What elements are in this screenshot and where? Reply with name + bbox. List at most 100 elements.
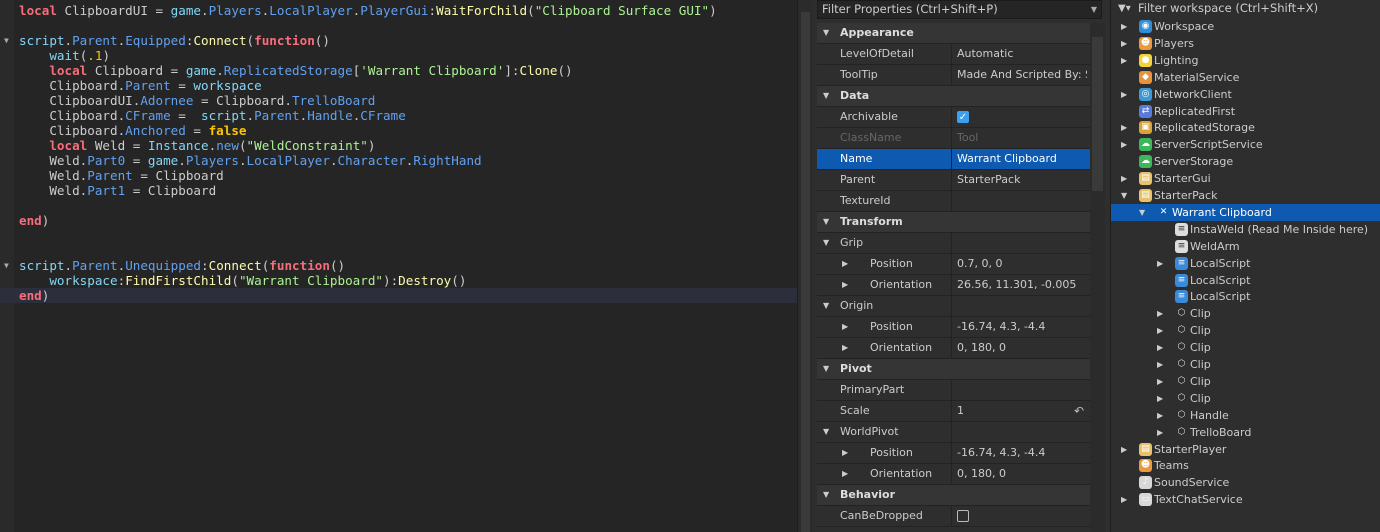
- explorer-item[interactable]: ≡ LocalScript: [1111, 272, 1380, 289]
- explorer-item[interactable]: ☻ Teams: [1111, 457, 1380, 474]
- code-line[interactable]: end): [0, 288, 797, 303]
- explorer-item[interactable]: ▶ ⬡ Clip: [1111, 390, 1380, 407]
- property-row[interactable]: ▶ Orientation 0, 180, 0: [817, 338, 1090, 359]
- collapsed-arrow-icon[interactable]: ▶: [1157, 339, 1163, 356]
- property-row[interactable]: ▶ Position -16.74, 4.3, -4.4: [817, 317, 1090, 338]
- property-value[interactable]: -16.74, 4.3, -4.4: [957, 443, 1087, 463]
- explorer-item[interactable]: ▶ ◉ Workspace: [1111, 18, 1380, 35]
- collapsed-arrow-icon[interactable]: ▶: [1121, 170, 1127, 187]
- code-line[interactable]: end): [0, 213, 797, 228]
- explorer-item[interactable]: ⇄ ReplicatedFirst: [1111, 103, 1380, 120]
- explorer-filter-input[interactable]: ▼▾ Filter workspace (Ctrl+Shift+X): [1111, 0, 1380, 18]
- explorer-item[interactable]: ▶ ☁ ServerScriptService: [1111, 136, 1380, 153]
- property-category[interactable]: ▼ Data: [817, 86, 1090, 107]
- code-line[interactable]: Weld.Part0 = game.Players.LocalPlayer.Ch…: [0, 153, 797, 168]
- collapsed-arrow-icon[interactable]: ▶: [1121, 35, 1127, 52]
- scrollbar-thumb[interactable]: [801, 12, 810, 532]
- collapsed-arrow-icon[interactable]: ▶: [1157, 373, 1163, 390]
- code-line[interactable]: local Clipboard = game.ReplicatedStorage…: [0, 63, 797, 78]
- fold-arrow-icon[interactable]: ▼: [4, 258, 9, 273]
- code-line[interactable]: [0, 243, 797, 258]
- property-row[interactable]: PrimaryPart: [817, 380, 1090, 401]
- code-line[interactable]: ClipboardUI.Adornee = Clipboard.TrelloBo…: [0, 93, 797, 108]
- property-row[interactable]: Archivable ✓: [817, 107, 1090, 128]
- explorer-item[interactable]: ▶ ▣ ReplicatedStorage: [1111, 119, 1380, 136]
- property-value[interactable]: 26.56, 11.301, -0.005: [957, 275, 1087, 295]
- property-value[interactable]: 0.7, 0, 0: [957, 254, 1087, 274]
- code-line[interactable]: wait(.1): [0, 48, 797, 63]
- property-row[interactable]: Name Warrant Clipboard: [817, 149, 1090, 170]
- explorer-item[interactable]: ▶ ⬡ TrelloBoard: [1111, 424, 1380, 441]
- property-value[interactable]: Warrant Clipboard: [957, 149, 1087, 169]
- collapsed-arrow-icon[interactable]: ▶: [1157, 322, 1163, 339]
- explorer-item[interactable]: ▶ ● Lighting: [1111, 52, 1380, 69]
- property-row[interactable]: ▼ WorldPivot: [817, 422, 1090, 443]
- property-value[interactable]: Automatic: [957, 44, 1087, 64]
- explorer-item[interactable]: ▶ ◎ NetworkClient: [1111, 86, 1380, 103]
- explorer-item[interactable]: ▶ ▤ StarterPlayer: [1111, 441, 1380, 458]
- property-category[interactable]: ▼ Pivot: [817, 359, 1090, 380]
- explorer-item[interactable]: ▶ ⬡ Clip: [1111, 356, 1380, 373]
- code-line[interactable]: [0, 228, 797, 243]
- explorer-item[interactable]: ▶ ⬡ Clip: [1111, 339, 1380, 356]
- collapsed-arrow-icon[interactable]: ▶: [1157, 255, 1163, 272]
- explorer-item[interactable]: ▶ ▭ TextChatService: [1111, 491, 1380, 508]
- explorer-item[interactable]: ▼ ▤ StarterPack: [1111, 187, 1380, 204]
- explorer-item[interactable]: ▶ ☻ Players: [1111, 35, 1380, 52]
- property-value[interactable]: ✓: [957, 107, 1087, 127]
- collapsed-arrow-icon[interactable]: ▶: [1121, 136, 1127, 153]
- fold-arrow-icon[interactable]: ▼: [4, 33, 9, 48]
- property-row[interactable]: Parent StarterPack: [817, 170, 1090, 191]
- property-row[interactable]: ▼ Grip: [817, 233, 1090, 254]
- chevron-down-icon[interactable]: ▼: [1091, 1, 1097, 18]
- code-line[interactable]: [0, 198, 797, 213]
- explorer-item[interactable]: ☁ ServerStorage: [1111, 153, 1380, 170]
- property-row[interactable]: Scale 1 ↶: [817, 401, 1090, 422]
- collapsed-arrow-icon[interactable]: ▶: [1157, 305, 1163, 322]
- checkbox[interactable]: ✓: [957, 111, 969, 123]
- scrollbar-thumb[interactable]: [1092, 37, 1103, 191]
- code-line[interactable]: Clipboard.CFrame = script.Parent.Handle.…: [0, 108, 797, 123]
- property-value[interactable]: [957, 506, 1087, 526]
- collapsed-arrow-icon[interactable]: ▶: [1121, 119, 1127, 136]
- collapsed-arrow-icon[interactable]: ▶: [1157, 356, 1163, 373]
- collapsed-arrow-icon[interactable]: ▶: [1121, 52, 1127, 69]
- expanded-arrow-icon[interactable]: ▼: [1121, 187, 1127, 204]
- collapsed-arrow-icon[interactable]: ▶: [1121, 491, 1127, 508]
- property-row[interactable]: ▼ Origin: [817, 296, 1090, 317]
- property-row[interactable]: TextureId: [817, 191, 1090, 212]
- expanded-arrow-icon[interactable]: ▼: [1139, 204, 1145, 221]
- properties-filter-input[interactable]: Filter Properties (Ctrl+Shift+P) ▼: [817, 0, 1102, 19]
- property-row[interactable]: LevelOfDetail Automatic: [817, 44, 1090, 65]
- explorer-item[interactable]: ▶ ▤ StarterGui: [1111, 170, 1380, 187]
- code-line[interactable]: local Weld = Instance.new("WeldConstrain…: [0, 138, 797, 153]
- collapsed-arrow-icon[interactable]: ▶: [1157, 424, 1163, 441]
- filter-icon[interactable]: ▼▾: [1118, 0, 1131, 17]
- property-row[interactable]: ClassName Tool: [817, 128, 1090, 149]
- collapsed-arrow-icon[interactable]: ▶: [1121, 441, 1127, 458]
- property-category[interactable]: ▼ Behavior: [817, 485, 1090, 506]
- reset-icon[interactable]: ↶: [1074, 401, 1084, 421]
- explorer-item[interactable]: ▶ ⬡ Clip: [1111, 305, 1380, 322]
- properties-scrollbar[interactable]: [1090, 23, 1105, 532]
- property-category[interactable]: ▼ Appearance: [817, 23, 1090, 44]
- property-row[interactable]: CanBeDropped: [817, 506, 1090, 527]
- property-value[interactable]: 0, 180, 0: [957, 338, 1087, 358]
- property-value[interactable]: 0, 180, 0: [957, 464, 1087, 484]
- property-row[interactable]: ▶ Position 0.7, 0, 0: [817, 254, 1090, 275]
- explorer-item[interactable]: ≡ WeldArm: [1111, 238, 1380, 255]
- property-value[interactable]: StarterPack: [957, 170, 1087, 190]
- code-line[interactable]: Weld.Parent = Clipboard: [0, 168, 797, 183]
- script-editor[interactable]: local ClipboardUI = game.Players.LocalPl…: [0, 0, 797, 532]
- property-value[interactable]: Made And Scripted By: S...: [957, 65, 1087, 85]
- explorer-item[interactable]: ▶ ≡ LocalScript: [1111, 255, 1380, 272]
- checkbox[interactable]: [957, 510, 969, 522]
- property-category[interactable]: ▼ Transform: [817, 212, 1090, 233]
- explorer-item[interactable]: ▶ ⬡ Handle: [1111, 407, 1380, 424]
- collapsed-arrow-icon[interactable]: ▶: [1121, 18, 1127, 35]
- explorer-item[interactable]: ▶ ⬡ Clip: [1111, 322, 1380, 339]
- property-row[interactable]: ▶ Orientation 26.56, 11.301, -0.005: [817, 275, 1090, 296]
- explorer-item[interactable]: ▼ ✕ Warrant Clipboard: [1111, 203, 1380, 221]
- explorer-item[interactable]: ▶ ⬡ Clip: [1111, 373, 1380, 390]
- code-line[interactable]: ▼ script.Parent.Unequipped:Connect(functi…: [0, 258, 797, 273]
